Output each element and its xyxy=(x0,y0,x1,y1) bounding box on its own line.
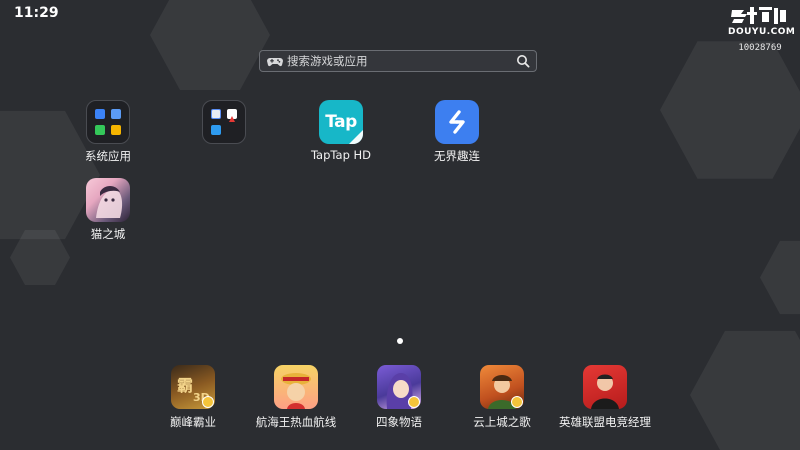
room-id: 10028769 xyxy=(738,43,782,53)
wujie-icon xyxy=(435,100,479,144)
folder-icon xyxy=(86,100,130,144)
dock-app-dianfeng-baye[interactable]: 霸 3D 巅峰霸业 xyxy=(138,365,248,430)
game-icon xyxy=(86,178,130,222)
dock-app-lol-esports-manager[interactable]: 英雄联盟电竞经理 xyxy=(550,365,660,430)
app-mao-zhi-cheng[interactable]: 猫之城 xyxy=(63,178,153,242)
taptap-icon: Tap xyxy=(319,100,363,144)
game-icon xyxy=(480,365,524,409)
gamepad-icon xyxy=(267,58,283,67)
douyu-logo-icon xyxy=(731,7,786,24)
app-label: 猫之城 xyxy=(90,227,126,241)
app-taptap-hd[interactable]: Tap TapTap HD xyxy=(296,100,386,162)
page-indicator-dot xyxy=(397,338,403,344)
status-bar: 11:29 DOUYU.COM 10028769 xyxy=(0,0,800,53)
app-system-apps[interactable]: 系统应用 xyxy=(63,100,153,164)
app-label: 英雄联盟电竞经理 xyxy=(559,415,651,429)
folder-icon xyxy=(202,100,246,144)
search-bar[interactable]: 搜索游戏或应用 xyxy=(259,50,537,72)
logo-text: DOUYU.COM xyxy=(728,27,796,37)
search-icon[interactable] xyxy=(516,54,530,68)
app-label: 系统应用 xyxy=(85,149,131,163)
game-icon xyxy=(583,365,627,409)
app-label: 四象物语 xyxy=(376,415,422,429)
app-label: 巅峰霸业 xyxy=(170,415,216,429)
app-wujie-qulian[interactable]: 无界趣连 xyxy=(412,100,502,164)
app-folder-2[interactable] xyxy=(179,100,269,148)
game-icon: 霸 3D xyxy=(171,365,215,409)
dock-app-sixiang-wuyu[interactable]: 四象物语 xyxy=(344,365,454,430)
douyu-watermark: DOUYU.COM 10028769 xyxy=(728,4,796,53)
app-label: 航海王热血航线 xyxy=(255,415,337,429)
dock-app-yunshangcheng[interactable]: 云上城之歌 xyxy=(447,365,557,430)
game-icon xyxy=(274,365,318,409)
app-label: 云上城之歌 xyxy=(473,415,531,429)
svg-text:霸: 霸 xyxy=(177,376,193,395)
app-label: TapTap HD xyxy=(310,148,372,162)
search-placeholder: 搜索游戏或应用 xyxy=(287,54,368,68)
clock: 11:29 xyxy=(14,5,59,21)
dock-app-hanghaiwang[interactable]: 航海王热血航线 xyxy=(241,365,351,430)
game-icon xyxy=(377,365,421,409)
app-label: 无界趣连 xyxy=(434,149,480,163)
